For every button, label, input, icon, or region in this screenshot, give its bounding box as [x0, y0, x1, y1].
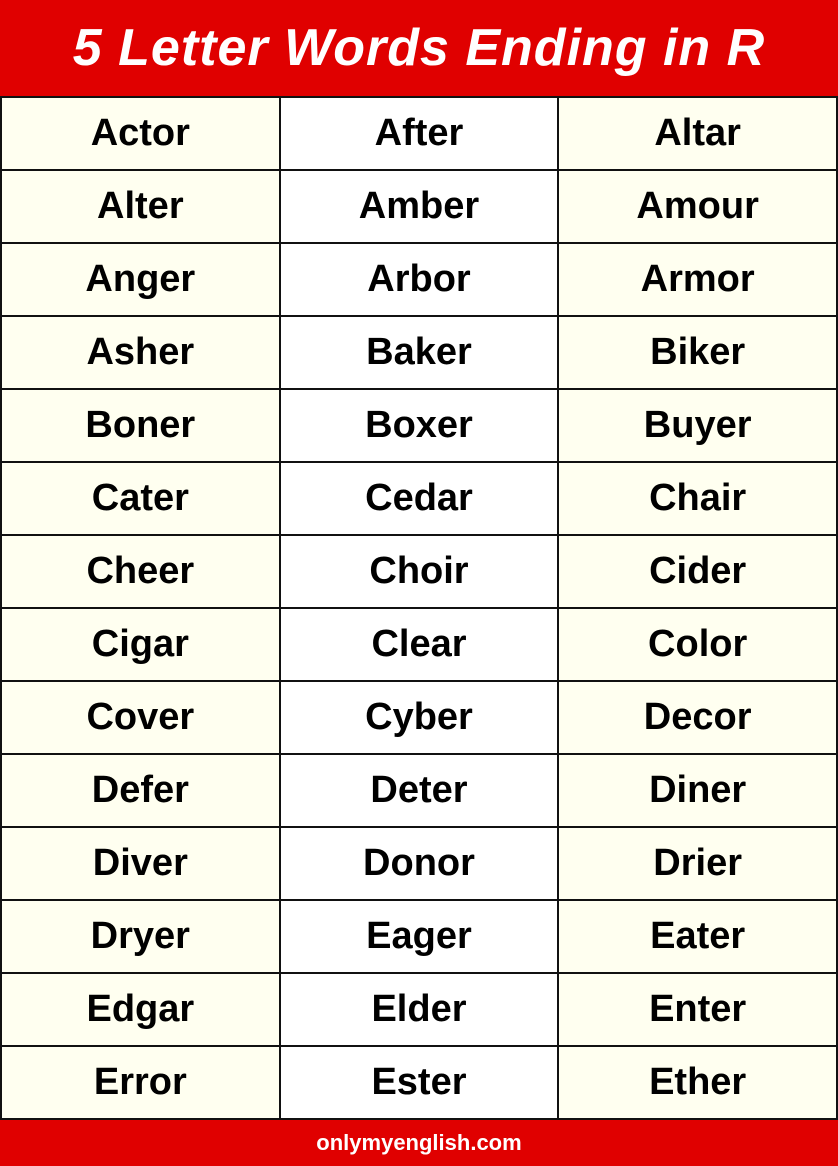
word-cell: Cyber: [280, 681, 559, 754]
word-cell: Elder: [280, 973, 559, 1046]
word-cell: Cedar: [280, 462, 559, 535]
table-row: AlterAmberAmour: [1, 170, 837, 243]
word-cell: After: [280, 97, 559, 170]
word-cell: Donor: [280, 827, 559, 900]
word-cell: Amber: [280, 170, 559, 243]
word-cell: Cigar: [1, 608, 280, 681]
word-cell: Anger: [1, 243, 280, 316]
word-cell: Diver: [1, 827, 280, 900]
word-cell: Drier: [558, 827, 837, 900]
word-cell: Baker: [280, 316, 559, 389]
words-table: ActorAfterAltarAlterAmberAmourAngerArbor…: [0, 96, 838, 1120]
word-cell: Choir: [280, 535, 559, 608]
page-header: 5 Letter Words Ending in R: [0, 0, 838, 96]
word-cell: Alter: [1, 170, 280, 243]
table-row: AngerArborArmor: [1, 243, 837, 316]
word-cell: Ester: [280, 1046, 559, 1119]
word-cell: Diner: [558, 754, 837, 827]
word-cell: Dryer: [1, 900, 280, 973]
table-row: CaterCedarChair: [1, 462, 837, 535]
word-cell: Cover: [1, 681, 280, 754]
word-cell: Eater: [558, 900, 837, 973]
word-cell: Enter: [558, 973, 837, 1046]
word-cell: Armor: [558, 243, 837, 316]
table-row: ActorAfterAltar: [1, 97, 837, 170]
page-title: 5 Letter Words Ending in R: [10, 18, 828, 78]
word-cell: Deter: [280, 754, 559, 827]
page-footer: onlymyenglish.com: [0, 1120, 838, 1166]
table-row: ErrorEsterEther: [1, 1046, 837, 1119]
word-cell: Error: [1, 1046, 280, 1119]
word-cell: Asher: [1, 316, 280, 389]
table-row: CoverCyberDecor: [1, 681, 837, 754]
word-cell: Chair: [558, 462, 837, 535]
word-cell: Amour: [558, 170, 837, 243]
table-row: DryerEagerEater: [1, 900, 837, 973]
table-row: DiverDonorDrier: [1, 827, 837, 900]
word-cell: Cider: [558, 535, 837, 608]
word-cell: Actor: [1, 97, 280, 170]
table-row: CheerChoirCider: [1, 535, 837, 608]
word-cell: Buyer: [558, 389, 837, 462]
word-cell: Edgar: [1, 973, 280, 1046]
footer-url: onlymyenglish.com: [316, 1130, 521, 1155]
word-cell: Defer: [1, 754, 280, 827]
table-row: AsherBakerBiker: [1, 316, 837, 389]
word-cell: Color: [558, 608, 837, 681]
word-cell: Arbor: [280, 243, 559, 316]
word-cell: Boxer: [280, 389, 559, 462]
word-cell: Ether: [558, 1046, 837, 1119]
word-cell: Biker: [558, 316, 837, 389]
word-cell: Eager: [280, 900, 559, 973]
table-row: BonerBoxerBuyer: [1, 389, 837, 462]
table-row: DeferDeterDiner: [1, 754, 837, 827]
table-row: EdgarElderEnter: [1, 973, 837, 1046]
words-table-container: ActorAfterAltarAlterAmberAmourAngerArbor…: [0, 96, 838, 1120]
word-cell: Boner: [1, 389, 280, 462]
word-cell: Clear: [280, 608, 559, 681]
word-cell: Altar: [558, 97, 837, 170]
word-cell: Cater: [1, 462, 280, 535]
word-cell: Decor: [558, 681, 837, 754]
word-cell: Cheer: [1, 535, 280, 608]
table-row: CigarClearColor: [1, 608, 837, 681]
